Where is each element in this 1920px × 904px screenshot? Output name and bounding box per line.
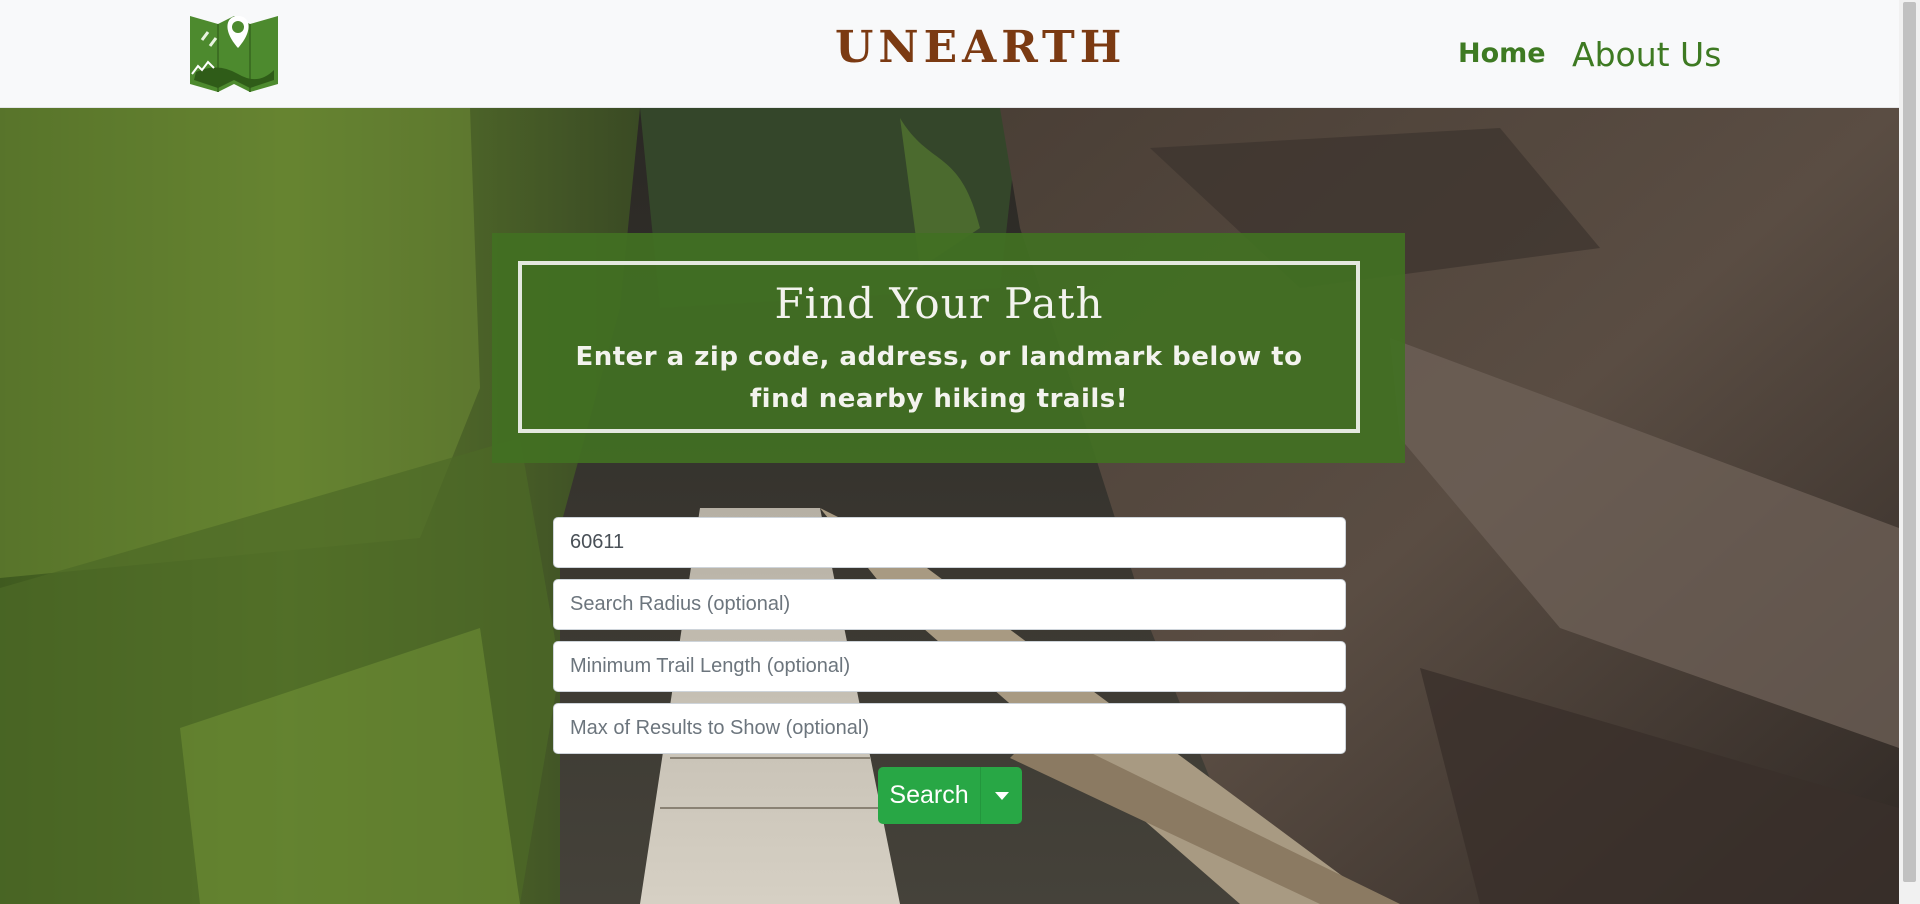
hero-panel-frame: Find Your Path Enter a zip code, address… xyxy=(518,261,1360,433)
search-button[interactable]: Search xyxy=(878,767,980,824)
navbar: UNEARTH Home About Us xyxy=(0,0,1899,108)
nav-link-about-us[interactable]: About Us xyxy=(1572,35,1721,74)
location-input[interactable] xyxy=(553,517,1346,568)
hero-title: Find Your Path xyxy=(774,279,1104,328)
caret-down-icon xyxy=(995,792,1009,800)
min-trail-length-input[interactable] xyxy=(553,641,1346,692)
scrollbar-thumb[interactable] xyxy=(1903,2,1916,882)
search-options-dropdown-toggle[interactable] xyxy=(980,767,1022,824)
search-button-group: Search xyxy=(878,767,1022,824)
brand-title[interactable]: UNEARTH xyxy=(835,22,1126,73)
search-radius-input[interactable] xyxy=(553,579,1346,630)
hero-panel: Find Your Path Enter a zip code, address… xyxy=(492,233,1405,463)
hero-subtitle: Enter a zip code, address, or landmark b… xyxy=(575,342,1303,414)
nav-link-home[interactable]: Home xyxy=(1458,38,1546,69)
max-results-input[interactable] xyxy=(553,703,1346,754)
trail-map-logo-icon[interactable] xyxy=(188,10,280,94)
